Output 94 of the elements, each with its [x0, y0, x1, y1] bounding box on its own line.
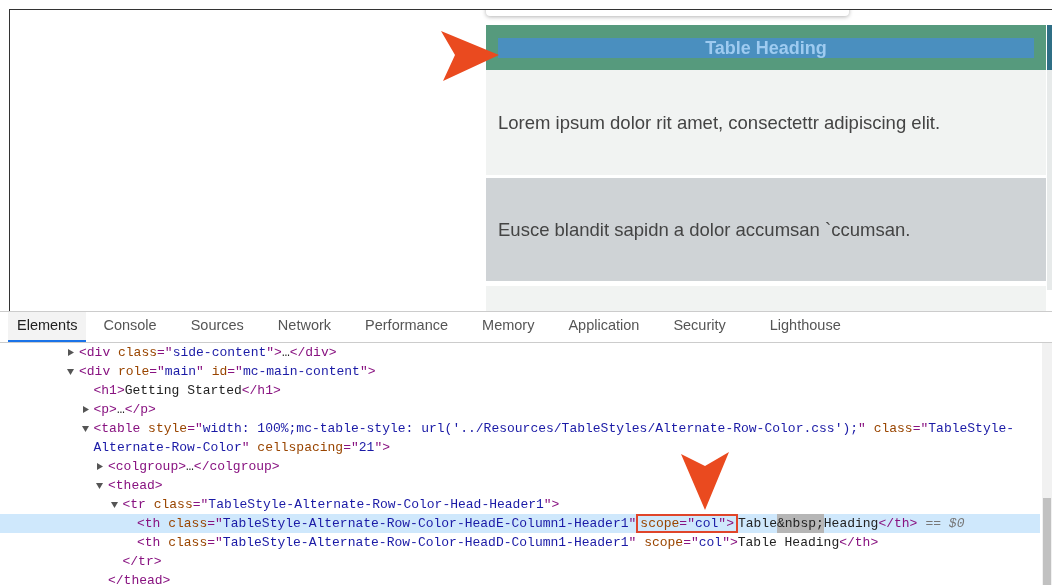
caret-down-icon[interactable]	[110, 501, 118, 508]
devtools-tab[interactable]: Console	[86, 312, 174, 342]
code-token: id	[211, 363, 228, 381]
code-token: Alternate-Row-Color	[93, 439, 242, 457]
code-token: ">	[374, 439, 390, 457]
code-token: TableStyle-Alternate-Row-Color-Head-Header1	[208, 496, 544, 514]
code-token: ="	[683, 534, 699, 552]
code-token: ">	[543, 496, 560, 514]
code-token: <table	[93, 420, 142, 438]
code-token: class	[153, 496, 193, 514]
code-token: TableStyle-Alternate-Row-Color-HeadD-Column1-Header1	[222, 534, 629, 552]
devtools-tab[interactable]: Lighthouse	[742, 312, 868, 342]
code-token: …	[116, 401, 125, 419]
devtools-tab[interactable]: Performance	[348, 312, 466, 342]
code-token: Getting Started	[124, 382, 242, 400]
code-token: ">	[266, 344, 282, 362]
code-token: Table	[737, 515, 777, 533]
code-token: "	[628, 534, 638, 552]
code-token: <div	[79, 363, 112, 381]
code-token: width: 100%;mc-table-style: url('../Resources/TableStyles/Alternate-Row-Color.css');	[202, 420, 859, 438]
devtools-tab[interactable]: Security	[656, 312, 743, 342]
code-token: Heading	[823, 515, 879, 533]
code-token: <colgroup>	[108, 458, 186, 476]
code-token: …	[281, 344, 290, 362]
devtools-tab[interactable]: Network	[260, 312, 349, 342]
code-token: "	[858, 420, 867, 438]
code-token: </p>	[124, 401, 156, 419]
scrollbar-thumb[interactable]	[1043, 498, 1051, 585]
devtools-tab[interactable]: Elements	[8, 312, 87, 342]
caret-down-icon[interactable]	[96, 482, 103, 489]
code-token: ="	[192, 496, 209, 514]
code-token: ="	[207, 515, 223, 533]
caret-down-icon[interactable]	[81, 425, 89, 432]
caret-right-icon[interactable]	[67, 349, 74, 356]
code-token: Table Heading	[737, 534, 840, 552]
code-token: ="	[679, 516, 695, 531]
code-token: ="	[149, 363, 165, 381]
code-token: col	[694, 516, 719, 531]
code-token: <h1>	[93, 382, 125, 400]
code-token: side-content	[172, 344, 267, 362]
code-token: style	[148, 420, 188, 438]
code-token: </tr>	[122, 553, 162, 571]
code-token: <th	[137, 534, 162, 552]
code-token: </colgroup>	[193, 458, 280, 476]
table-cell-text: Lorem ipsum dolor rit amet, consectettr adipiscing elit.	[498, 110, 941, 135]
code-token: ="	[912, 420, 929, 438]
code-token: class	[118, 344, 158, 362]
code-token: ">	[718, 516, 734, 531]
devtools-tab[interactable]: Sources	[173, 312, 261, 342]
code-token: main	[164, 363, 197, 381]
code-token: </th>	[878, 515, 918, 533]
code-token: "	[628, 515, 637, 533]
code-token: scope	[640, 516, 680, 531]
devtools-tab[interactable]: Memory	[465, 312, 552, 342]
caret-right-icon[interactable]	[96, 463, 103, 470]
code-token: "	[241, 439, 251, 457]
code-token: …	[186, 458, 194, 476]
code-token: ="	[227, 363, 243, 381]
code-token: class	[873, 420, 913, 438]
code-token: "	[196, 363, 205, 381]
code-token: mc-main-content	[242, 363, 360, 381]
code-token: </th>	[839, 534, 879, 552]
code-token: ="	[343, 439, 359, 457]
code-token: </thead>	[108, 572, 171, 585]
table-cell-text: Eusce blandit sapidn a dolor accumsan `ccumsan.	[498, 217, 911, 242]
code-token: ="	[207, 534, 223, 552]
console-reference: == $0	[925, 516, 965, 531]
arrow-pointer-icon	[681, 452, 729, 510]
code-token: class	[168, 534, 208, 552]
code-token: </div>	[289, 344, 337, 362]
code-token: <th	[137, 515, 162, 533]
code-token: ="	[157, 344, 173, 362]
code-token: <p>	[93, 401, 117, 419]
code-token: TableStyle-	[928, 420, 1015, 438]
code-token: &nbsp;	[777, 514, 824, 533]
code-token: class	[168, 515, 208, 533]
code-token: <tr	[122, 496, 147, 514]
code-token: scope	[644, 534, 684, 552]
code-token: TableStyle-Alternate-Row-Color-HeadE-Column1-Header1	[222, 515, 629, 533]
code-token: col	[698, 534, 723, 552]
code-token: 21	[358, 439, 375, 457]
code-token: ">	[359, 363, 376, 381]
code-token: ="	[187, 420, 203, 438]
caret-down-icon[interactable]	[67, 368, 74, 375]
code-token: ">	[722, 534, 738, 552]
code-token: <div	[79, 344, 112, 362]
table-heading: Table Heading	[498, 37, 1034, 58]
devtools-tab[interactable]: Application	[551, 312, 657, 342]
code-token: cellspacing	[257, 439, 344, 457]
code-token: </h1>	[241, 382, 281, 400]
arrow-pointer-icon	[441, 31, 499, 81]
code-token: <thead>	[108, 477, 163, 495]
code-token: role	[118, 363, 150, 381]
caret-right-icon[interactable]	[81, 406, 89, 413]
